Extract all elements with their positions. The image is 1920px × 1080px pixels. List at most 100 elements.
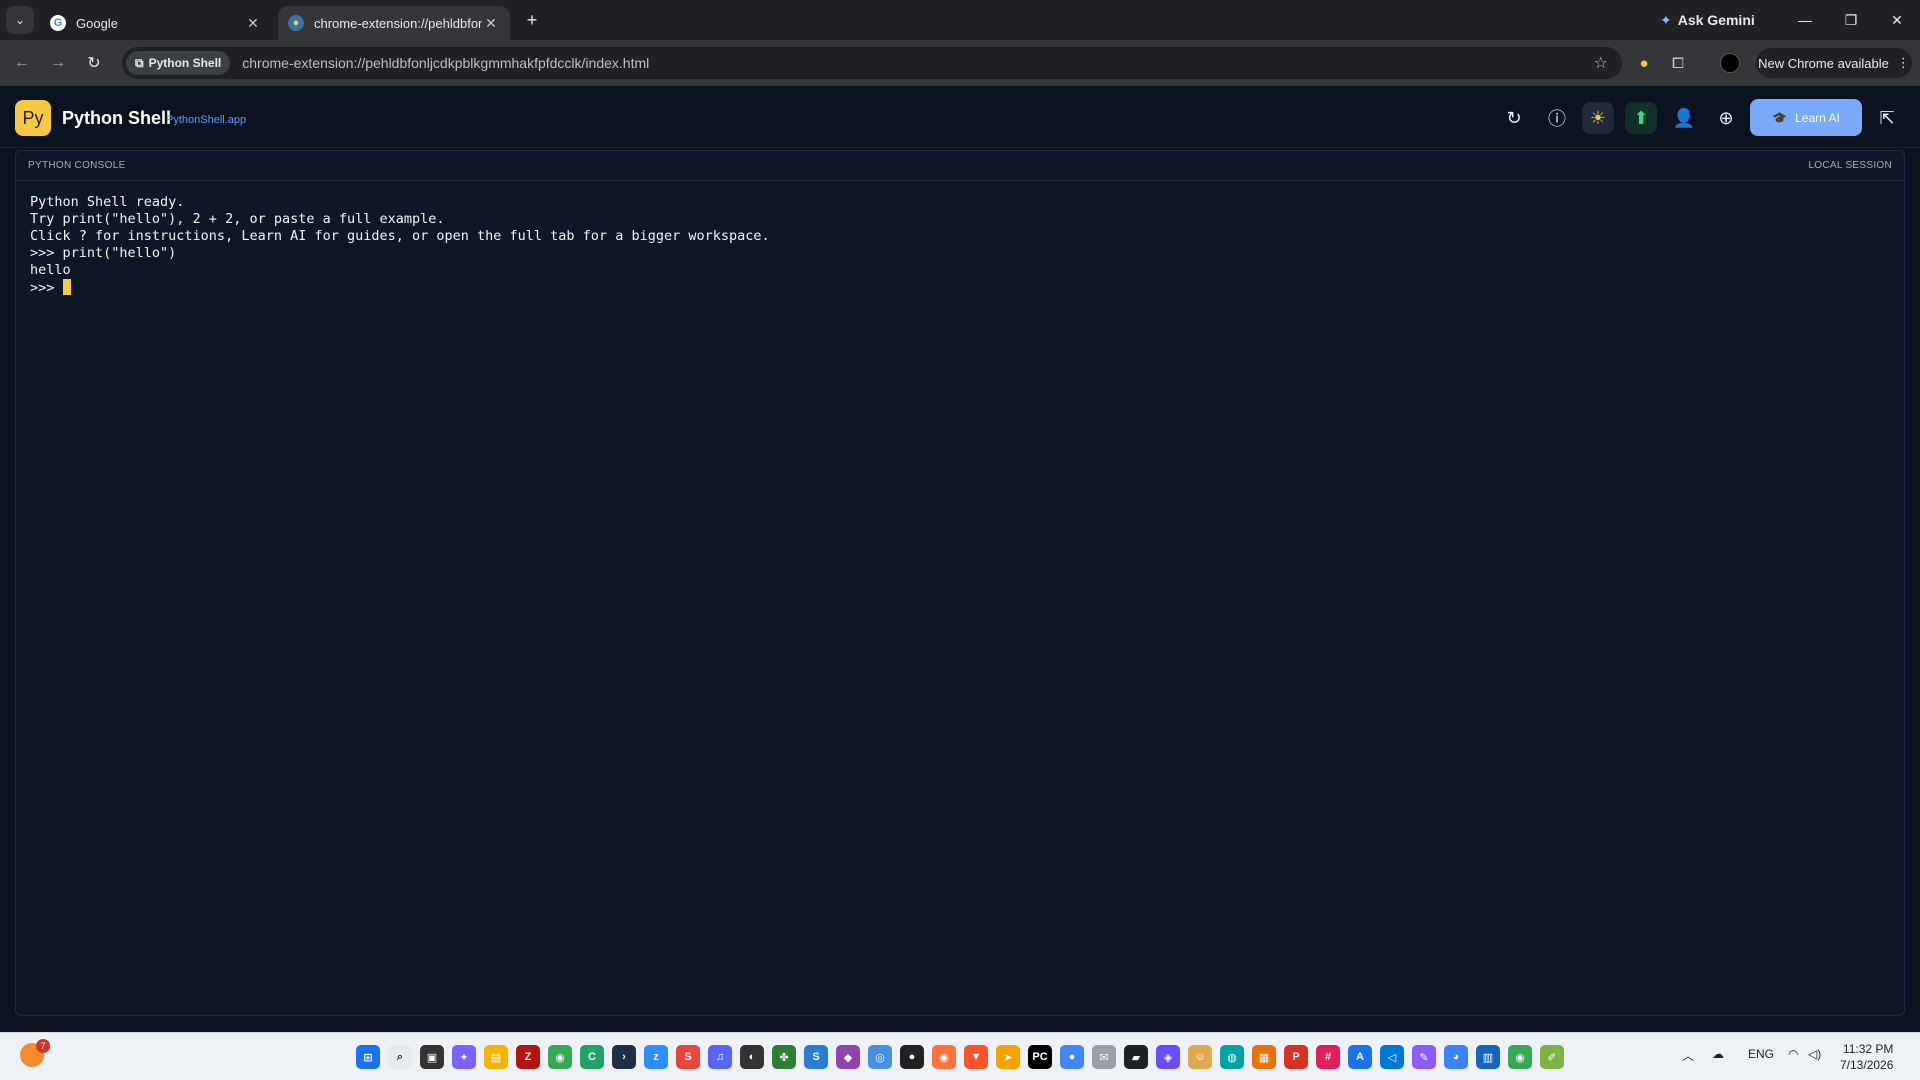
volume-icon[interactable]: ◁) xyxy=(1808,1047,1821,1061)
restore-icon: ❐ xyxy=(1844,11,1858,28)
headphones-icon[interactable]: ♫ xyxy=(708,1045,732,1069)
open-full-tab-button[interactable]: ⇱ xyxy=(1871,102,1903,134)
new-chrome-available-button[interactable]: New Chrome available ⋮ xyxy=(1756,48,1912,78)
terminal-icon[interactable]: › xyxy=(612,1045,636,1069)
puzzle-icon[interactable]: ⧠ xyxy=(1666,51,1690,75)
app-s-icon[interactable]: S xyxy=(676,1045,700,1069)
pycharm-icon[interactable]: PC xyxy=(1028,1045,1052,1069)
onedrive-icon[interactable]: ☁ xyxy=(1712,1047,1724,1061)
app-header: Py Python Shell PythonShell.app ↻ ⓘ ☀ ⬆ … xyxy=(0,86,1920,148)
account-button[interactable]: 👤 xyxy=(1668,102,1700,134)
console-output[interactable]: Python Shell ready. Try print("hello"), 2… xyxy=(16,181,1904,310)
close-icon[interactable]: ✕ xyxy=(482,15,500,32)
sparkle-icon: ✦ xyxy=(1660,11,1672,28)
chrome-icon[interactable]: ◉ xyxy=(548,1045,572,1069)
search-icon[interactable]: ⌕ xyxy=(388,1045,412,1069)
app-s2-icon[interactable]: S xyxy=(804,1045,828,1069)
upload-icon: ⬆ xyxy=(1633,107,1649,128)
upload-button[interactable]: ⬆ xyxy=(1625,102,1657,134)
close-icon[interactable]: ✕ xyxy=(244,15,262,32)
tab-search-button[interactable]: ⌄ xyxy=(6,6,34,34)
reload-icon: ↻ xyxy=(87,55,101,72)
help-button[interactable]: ⓘ xyxy=(1541,102,1573,134)
turtle-icon[interactable]: ✤ xyxy=(772,1045,796,1069)
app-purple-icon[interactable]: ◈ xyxy=(1156,1045,1180,1069)
pdf-icon[interactable]: P xyxy=(1284,1045,1308,1069)
app-a-icon[interactable]: A xyxy=(1348,1045,1372,1069)
app-arrow-icon[interactable]: ➤ xyxy=(996,1045,1020,1069)
python-extension-icon[interactable]: ● xyxy=(1632,51,1656,75)
app-globe-icon[interactable]: ◎ xyxy=(868,1045,892,1069)
notepad-icon[interactable]: ✐ xyxy=(1540,1045,1564,1069)
learn-ai-button[interactable]: 🎓 Learn AI xyxy=(1750,99,1862,136)
brave-icon[interactable]: ▼ xyxy=(964,1045,988,1069)
vscode-icon[interactable]: ◁ xyxy=(1380,1045,1404,1069)
forward-button[interactable]: → xyxy=(44,49,72,77)
restore-button[interactable]: ❐ xyxy=(1828,6,1874,34)
system-clock[interactable]: 11:32 PM 7/13/2026 xyxy=(1840,1041,1893,1073)
file-explorer-icon[interactable]: ▤ xyxy=(484,1045,508,1069)
session-label: LOCAL SESSION xyxy=(1808,160,1892,171)
console-line: >>> print("hello") xyxy=(30,245,177,261)
app-note-icon[interactable]: ▰ xyxy=(1124,1045,1148,1069)
chrome-active-icon[interactable]: ◉ xyxy=(1508,1045,1532,1069)
app-bubble-icon[interactable]: ◕ xyxy=(1444,1045,1468,1069)
avatar[interactable] xyxy=(1718,51,1742,75)
star-icon[interactable]: ☆ xyxy=(1594,53,1608,73)
firefox-icon[interactable]: ◉ xyxy=(932,1045,956,1069)
minimize-button[interactable]: — xyxy=(1782,6,1828,34)
app-doc-icon[interactable]: ▥ xyxy=(1476,1045,1500,1069)
ask-gemini-button[interactable]: ✦ Ask Gemini xyxy=(1660,9,1755,31)
slack-icon[interactable]: # xyxy=(1316,1045,1340,1069)
site-chip[interactable]: ⧉ Python Shell xyxy=(126,51,231,75)
external-link-icon: ⇱ xyxy=(1879,107,1895,128)
mail-icon[interactable]: ✉ xyxy=(1092,1045,1116,1069)
chevron-up-icon[interactable]: ︿ xyxy=(1682,1047,1694,1064)
console-line: Python Shell ready. xyxy=(30,194,185,210)
github-icon[interactable]: ◐ xyxy=(740,1045,764,1069)
app-wave-icon[interactable]: ◍ xyxy=(1220,1045,1244,1069)
zoom-icon[interactable]: z xyxy=(644,1045,668,1069)
language-indicator[interactable]: ENG xyxy=(1748,1047,1774,1061)
start-icon[interactable]: ⊞ xyxy=(356,1045,380,1069)
weather-widget[interactable]: 7 xyxy=(20,1039,50,1069)
reload-button[interactable]: ↻ xyxy=(80,49,108,77)
tab-google[interactable]: G Google ✕ xyxy=(40,6,272,40)
task-view-icon[interactable]: ▣ xyxy=(420,1045,444,1069)
console-line: Try print("hello"), 2 + 2, or paste a fu… xyxy=(30,211,445,227)
back-button[interactable]: ← xyxy=(8,49,36,77)
sun-icon: ☀ xyxy=(1589,107,1607,128)
plus-icon: + xyxy=(526,9,538,30)
close-icon: ✕ xyxy=(1891,11,1903,28)
refresh-button[interactable]: ↻ xyxy=(1498,102,1530,134)
page-title: Python Shell xyxy=(62,108,172,128)
address-bar[interactable]: ⧉ Python Shell chrome-extension://pehldb… xyxy=(122,47,1622,79)
graduation-cap-icon: 🎓 xyxy=(1772,110,1788,125)
console-input-line[interactable]: >>> xyxy=(30,279,1890,297)
copilot-icon[interactable]: ✦ xyxy=(452,1045,476,1069)
camtasia-icon[interactable]: C xyxy=(580,1045,604,1069)
tab-python-shell[interactable]: ● chrome-extension://pehldbfonl ✕ xyxy=(278,6,510,40)
app-cat-icon[interactable]: ☺ xyxy=(1188,1045,1212,1069)
theme-toggle-button[interactable]: ☀ xyxy=(1582,102,1614,134)
console-header: PYTHON CONSOLE LOCAL SESSION xyxy=(16,151,1904,181)
extension-icon: ⧉ xyxy=(135,55,144,70)
wifi-icon[interactable]: ◠ xyxy=(1788,1047,1798,1061)
visual-studio-icon[interactable]: ◆ xyxy=(836,1045,860,1069)
app-box-icon[interactable]: ▦ xyxy=(1252,1045,1276,1069)
site-link[interactable]: PythonShell.app xyxy=(166,114,246,126)
python-icon: ● xyxy=(288,15,304,31)
app-dot-icon[interactable]: ● xyxy=(1060,1045,1084,1069)
console-line: Click ? for instructions, Learn AI for g… xyxy=(30,228,770,244)
app-circle-icon[interactable]: ● xyxy=(900,1045,924,1069)
language-button[interactable]: ⊕ xyxy=(1710,102,1742,134)
app-feather-icon[interactable]: ✎ xyxy=(1412,1045,1436,1069)
arrow-left-icon: ← xyxy=(14,54,30,71)
python-console[interactable]: PYTHON CONSOLE LOCAL SESSION Python Shel… xyxy=(15,150,1905,1016)
console-line: hello xyxy=(30,262,71,278)
window-close-button[interactable]: ✕ xyxy=(1874,6,1920,34)
filezilla-icon[interactable]: Z xyxy=(516,1045,540,1069)
new-tab-button[interactable]: + xyxy=(520,8,544,32)
url-text: chrome-extension://pehldbfonljcdkpblkgmm… xyxy=(242,55,650,71)
minimize-icon: — xyxy=(1798,12,1812,28)
